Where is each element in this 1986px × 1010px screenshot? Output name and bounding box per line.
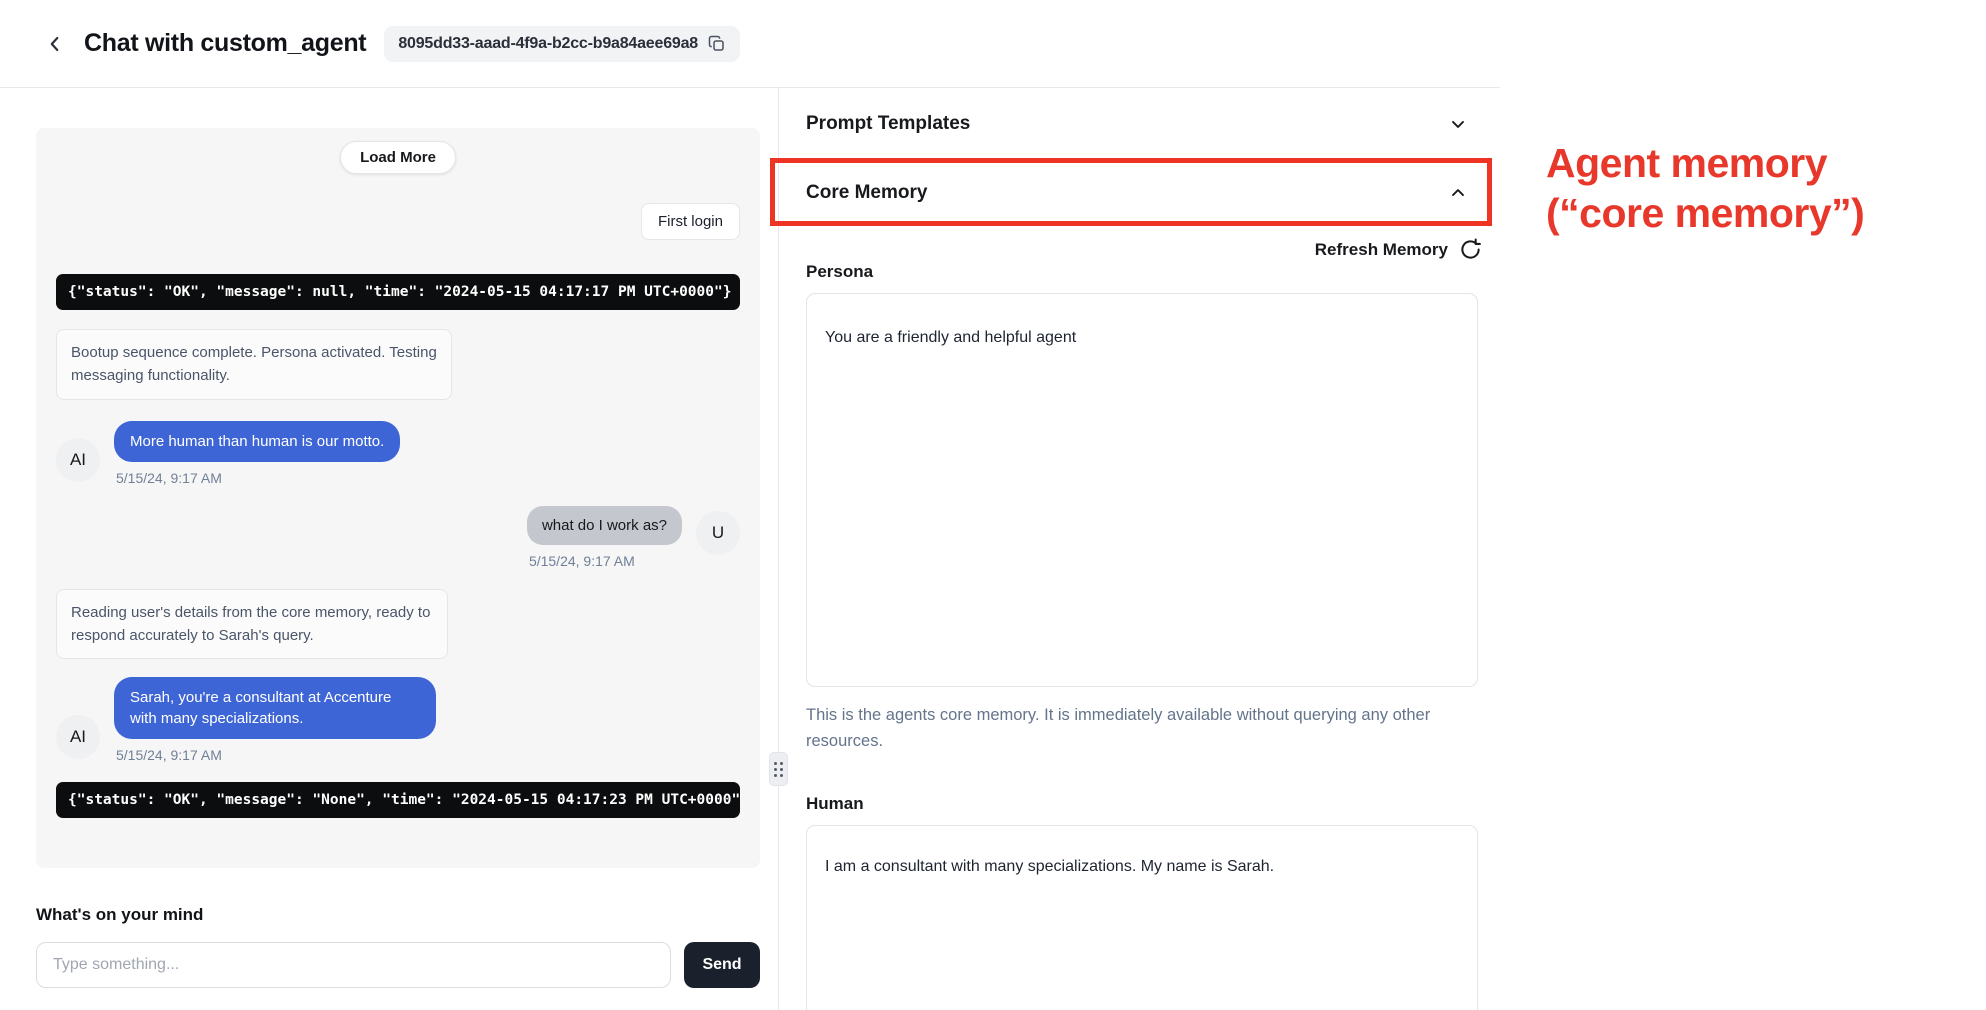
message-timestamp: 5/15/24, 9:17 AM <box>529 553 635 569</box>
composer-label: What's on your mind <box>36 905 760 925</box>
refresh-memory-label: Refresh Memory <box>1315 240 1448 260</box>
core-memory-description: This is the agents core memory. It is im… <box>806 703 1446 754</box>
agent-id-value: 8095dd33-aaad-4f9a-b2cc-b9a84aee69a8 <box>398 35 698 53</box>
memory-panel: Prompt Templates Core Memory Refresh Mem… <box>800 88 1484 1010</box>
ai-avatar: AI <box>56 438 100 482</box>
ai-message-bubble: Sarah, you're a consultant at Accenture … <box>114 677 436 739</box>
ai-message-row: AI More human than human is our motto. 5… <box>56 421 740 486</box>
prompt-templates-title: Prompt Templates <box>806 113 970 135</box>
header: Chat with custom_agent 8095dd33-aaad-4f9… <box>0 0 1500 88</box>
system-message: Bootup sequence complete. Persona activa… <box>56 329 452 400</box>
user-avatar: U <box>696 511 740 555</box>
message-timestamp: 5/15/24, 9:17 AM <box>116 470 222 486</box>
user-message-bubble: what do I work as? <box>527 506 682 545</box>
page-title: Chat with custom_agent <box>84 29 366 58</box>
chat-message-panel: Load More First login {"status": "OK", "… <box>36 128 760 868</box>
persona-textarea[interactable]: You are a friendly and helpful agent <box>806 293 1478 687</box>
first-login-badge: First login <box>641 203 740 240</box>
core-memory-accordion[interactable]: Core Memory <box>800 160 1484 226</box>
panel-divider <box>778 88 779 1010</box>
load-more-button[interactable]: Load More <box>340 141 456 174</box>
refresh-memory-button[interactable]: Refresh Memory <box>800 238 1484 261</box>
ai-avatar: AI <box>56 715 100 759</box>
core-memory-title: Core Memory <box>806 182 927 204</box>
message-input[interactable] <box>36 942 671 988</box>
user-message-row: what do I work as? 5/15/24, 9:17 AM U <box>56 506 740 569</box>
send-button[interactable]: Send <box>684 942 760 988</box>
copy-icon[interactable] <box>708 35 726 53</box>
panel-resize-handle[interactable] <box>769 752 788 786</box>
agent-id-badge: 8095dd33-aaad-4f9a-b2cc-b9a84aee69a8 <box>384 26 740 62</box>
ai-message-row: AI Sarah, you're a consultant at Accentu… <box>56 677 740 763</box>
chevron-down-icon <box>1448 114 1468 134</box>
prompt-templates-accordion[interactable]: Prompt Templates <box>800 88 1484 160</box>
status-code-message: {"status": "OK", "message": null, "time"… <box>56 274 740 310</box>
agent-memory-annotation: Agent memory (“core memory”) <box>1546 138 1864 238</box>
chat-column: Load More First login {"status": "OK", "… <box>36 128 760 988</box>
status-code-message: {"status": "OK", "message": "None", "tim… <box>56 782 740 818</box>
persona-label: Persona <box>806 262 1484 282</box>
system-message: Reading user's details from the core mem… <box>56 589 448 660</box>
chevron-up-icon <box>1448 183 1468 203</box>
ai-message-bubble: More human than human is our motto. <box>114 421 400 462</box>
message-timestamp: 5/15/24, 9:17 AM <box>116 747 222 763</box>
refresh-icon <box>1459 238 1482 261</box>
back-button[interactable] <box>40 29 70 59</box>
human-label: Human <box>806 794 1484 814</box>
chevron-left-icon <box>44 33 66 55</box>
human-textarea[interactable]: I am a consultant with many specializati… <box>806 825 1478 1010</box>
